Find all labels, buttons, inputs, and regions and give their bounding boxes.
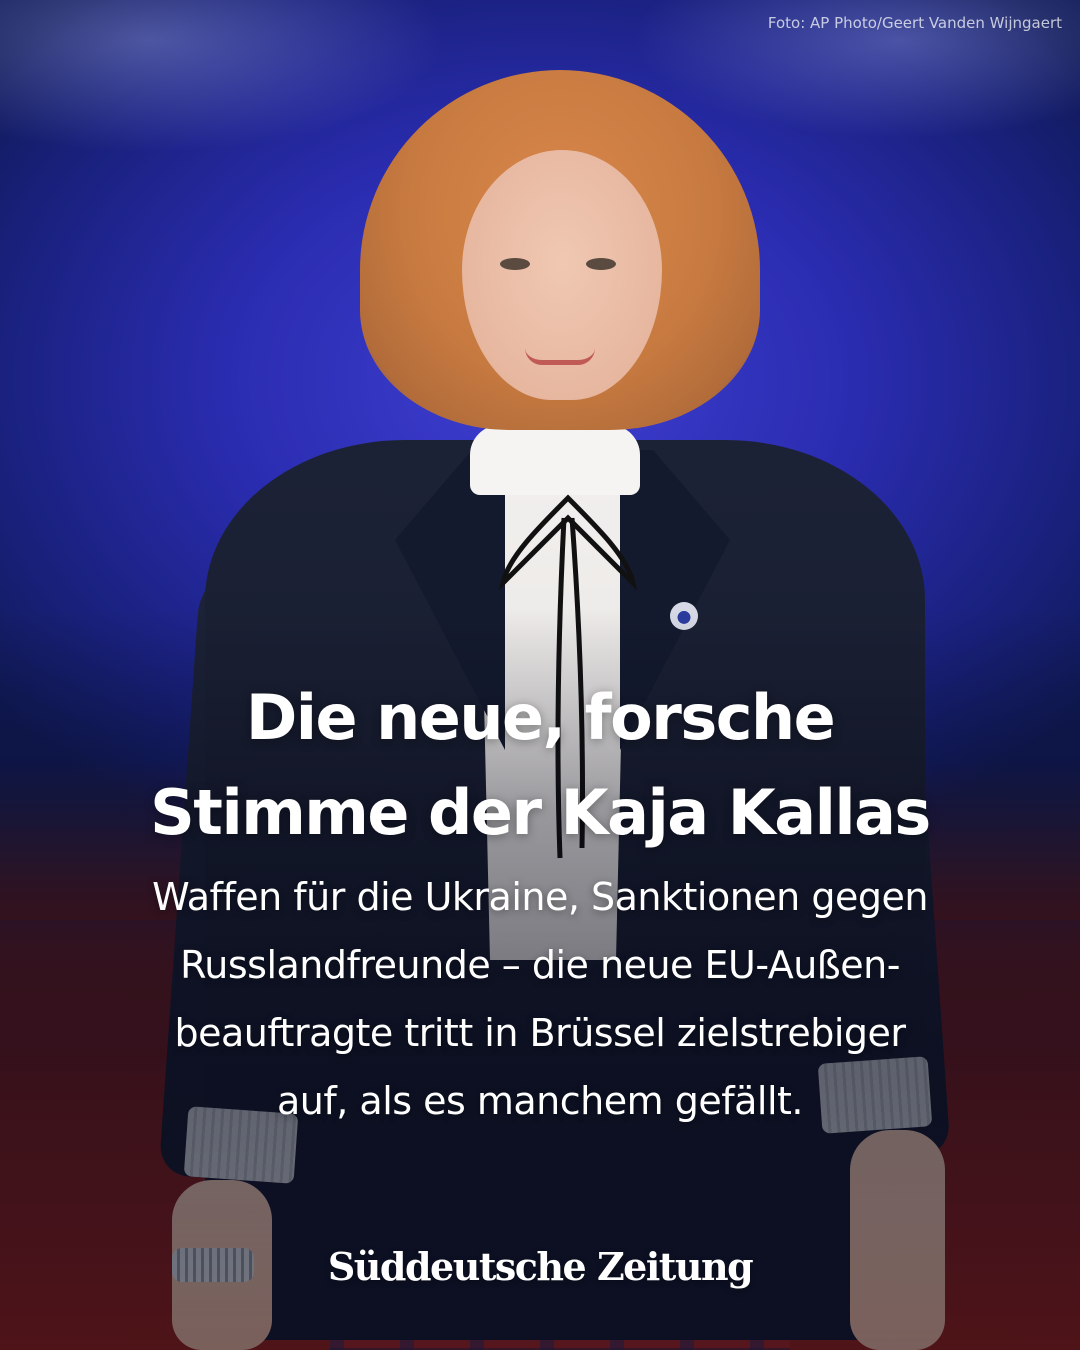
headline: Die neue, forsche Stimme der Kaja Kallas — [40, 670, 1040, 860]
teaser-line-3: beauftragte tritt in Brüssel zielstrebig… — [174, 1011, 906, 1055]
photo-credit: Foto: AP Photo/Geert Vanden Wijngaert — [767, 14, 1062, 32]
headline-line-2: Stimme der Kaja Kallas — [150, 776, 931, 849]
headline-line-1: Die neue, forsche — [245, 681, 836, 754]
teaser-text: Waffen für die Ukraine, Sanktionen gegen… — [40, 863, 1040, 1135]
sz-logo: Süddeutsche Zeitung — [327, 1244, 754, 1289]
news-post-card: Foto: AP Photo/Geert Vanden Wijngaert Di… — [0, 0, 1080, 1350]
teaser-line-4: auf, als es manchem gefällt. — [277, 1079, 803, 1123]
teaser-line-2: Russlandfreunde – die neue EU-Außen- — [180, 943, 900, 987]
teaser-line-1: Waffen für die Ukraine, Sanktionen gegen — [152, 875, 928, 919]
